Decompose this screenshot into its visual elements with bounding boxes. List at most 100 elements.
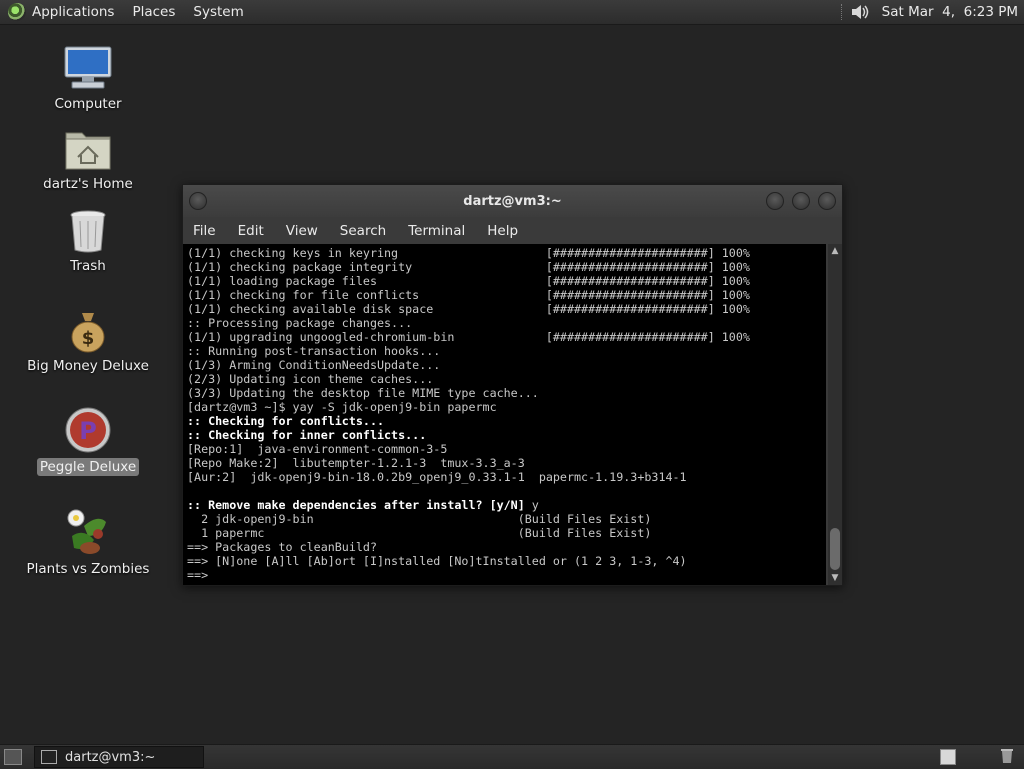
menu-applications[interactable]: Applications (32, 4, 114, 20)
desktop-icon-plants-vs-zombies[interactable]: Plants vs Zombies (23, 506, 153, 578)
terminal-line-text: :: Running post-transaction hooks... (187, 344, 441, 358)
clock[interactable]: Sat Mar 4, 6:23 PM (882, 4, 1018, 20)
menu-help[interactable]: Help (487, 223, 518, 239)
terminal-line-text: (1/1) loading package files [###########… (187, 274, 750, 288)
terminal-scrollbar[interactable]: ▲ ▼ (828, 244, 842, 585)
home-folder-icon (64, 127, 112, 171)
scrollbar-thumb[interactable] (830, 528, 840, 570)
scroll-up-icon[interactable]: ▲ (830, 246, 840, 256)
terminal-line-suffix: y (524, 498, 539, 512)
terminal-line-text: (1/1) checking package integrity [######… (187, 260, 750, 274)
trash-applet-icon[interactable] (1000, 748, 1014, 764)
terminal-line: :: Remove make dependencies after instal… (187, 498, 826, 512)
terminal-line-text: (1/1) checking for file conflicts [#####… (187, 288, 750, 302)
terminal-line: [Repo:1] java-environment-common-3-5 (187, 442, 826, 456)
desktop-icon-computer[interactable]: Computer (23, 45, 153, 113)
terminal-line: [Aur:2] jdk-openj9-bin-18.0.2b9_openj9_0… (187, 470, 826, 484)
terminal-line-text: (1/3) Arming ConditionNeedsUpdate... (187, 358, 441, 372)
terminal-line-text: ==> (187, 568, 209, 582)
terminal-line: :: Running post-transaction hooks... (187, 344, 826, 358)
terminal-line: (1/1) loading package files [###########… (187, 274, 826, 288)
terminal-line: (1/1) checking keys in keyring [########… (187, 246, 826, 260)
desktop-icon-label: Peggle Deluxe (36, 458, 140, 476)
desktop-icon-big-money[interactable]: $ Big Money Deluxe (23, 309, 153, 375)
panel-separator (840, 4, 844, 20)
terminal-line: ==> [N]one [A]ll [Ab]ort [I]nstalled [No… (187, 554, 826, 568)
maximize-button[interactable] (792, 192, 810, 210)
terminal-icon (41, 750, 57, 764)
terminal-line-text: 1 papermc (Build Files Exist) (187, 526, 652, 540)
terminal-line: [dartz@vm3 ~]$ yay -S jdk-openj9-bin pap… (187, 400, 826, 414)
speaker-icon[interactable] (850, 3, 872, 21)
peggle-icon: P (64, 406, 112, 454)
terminal-line-text: [Aur:2] jdk-openj9-bin-18.0.2b9_openj9_0… (187, 470, 687, 484)
terminal-line-text: ==> [N]one [A]ll [Ab]ort [I]nstalled [No… (187, 554, 687, 568)
menu-edit[interactable]: Edit (238, 223, 264, 239)
terminal-line-text: [Repo Make:2] libutempter-1.2.1-3 tmux-3… (187, 456, 525, 470)
taskbar-label: dartz@vm3:~ (65, 749, 156, 765)
terminal-line: [Repo Make:2] libutempter-1.2.1-3 tmux-3… (187, 456, 826, 470)
svg-text:$: $ (82, 328, 95, 349)
desktop-icon-peggle[interactable]: P Peggle Deluxe (23, 406, 153, 476)
terminal-menubar: File Edit View Search Terminal Help (183, 217, 842, 244)
terminal-line-text: :: Checking for inner conflicts... (187, 428, 427, 442)
menu-terminal[interactable]: Terminal (408, 223, 465, 239)
terminal-line: (1/1) checking for file conflicts [#####… (187, 288, 826, 302)
menu-system[interactable]: System (193, 4, 243, 20)
scroll-down-icon[interactable]: ▼ (830, 573, 840, 583)
terminal-line-text: :: Processing package changes... (187, 316, 413, 330)
money-bag-icon: $ (68, 309, 108, 353)
svg-text:P: P (79, 417, 97, 445)
terminal-line-text: :: Checking for conflicts... (187, 414, 385, 428)
terminal-line-text: (1/1) upgrading ungoogled-chromium-bin [… (187, 330, 750, 344)
terminal-line-text: (1/1) checking available disk space [###… (187, 302, 750, 316)
terminal-line: (1/1) checking package integrity [######… (187, 260, 826, 274)
terminal-line-text: 2 jdk-openj9-bin (Build Files Exist) (187, 512, 652, 526)
terminal-line-text: [Repo:1] java-environment-common-3-5 (187, 442, 448, 456)
trash-icon (68, 209, 108, 253)
terminal-line: :: Processing package changes... (187, 316, 826, 330)
terminal-line: ==> (187, 568, 826, 582)
taskbar-button-terminal[interactable]: dartz@vm3:~ (34, 746, 204, 768)
window-menu-button[interactable] (189, 192, 207, 210)
menu-places[interactable]: Places (132, 4, 175, 20)
terminal-line-text: ==> Packages to cleanBuild? (187, 540, 377, 554)
desktop-icon-home[interactable]: dartz's Home (23, 127, 153, 193)
menu-file[interactable]: File (193, 223, 216, 239)
terminal-line: ==> Packages to cleanBuild? (187, 540, 826, 554)
terminal-line: :: Checking for conflicts... (187, 414, 826, 428)
terminal-line: 2 jdk-openj9-bin (Build Files Exist) (187, 512, 826, 526)
desktop-icon-label: Big Money Deluxe (27, 358, 149, 374)
terminal-line: (3/3) Updating the desktop file MIME typ… (187, 386, 826, 400)
terminal-line: (2/3) Updating icon theme caches... (187, 372, 826, 386)
terminal-line-text: :: Remove make dependencies after instal… (187, 498, 525, 512)
menu-view[interactable]: View (286, 223, 318, 239)
desktop-icon-label: Trash (70, 258, 106, 274)
terminal-line-text: (1/1) checking keys in keyring [########… (187, 246, 750, 260)
computer-icon (62, 45, 114, 91)
title-bar[interactable]: dartz@vm3:~ (183, 185, 842, 217)
terminal-output[interactable]: (1/1) checking keys in keyring [########… (183, 244, 826, 585)
top-panel: Applications Places System Sat Mar 4, 6:… (0, 0, 1024, 25)
window-title: dartz@vm3:~ (463, 193, 562, 209)
workspace-switcher[interactable] (940, 749, 956, 765)
minimize-button[interactable] (766, 192, 784, 210)
terminal-line-text: (2/3) Updating icon theme caches... (187, 372, 434, 386)
gnome-foot-icon[interactable] (8, 3, 26, 21)
terminal-line: (1/1) checking available disk space [###… (187, 302, 826, 316)
terminal-line-text: [dartz@vm3 ~]$ yay -S jdk-openj9-bin pap… (187, 400, 497, 414)
desktop-icon-label: Plants vs Zombies (26, 561, 150, 577)
desktop-icon-label: Computer (54, 96, 122, 112)
close-button[interactable] (818, 192, 836, 210)
show-desktop-icon[interactable] (4, 749, 22, 765)
terminal-window[interactable]: dartz@vm3:~ File Edit View Search Termin… (182, 184, 843, 586)
desktop-icon-trash[interactable]: Trash (23, 209, 153, 275)
menu-search[interactable]: Search (340, 223, 386, 239)
terminal-line: 1 papermc (Build Files Exist) (187, 526, 826, 540)
terminal-line: (1/1) upgrading ungoogled-chromium-bin [… (187, 330, 826, 344)
bottom-panel: dartz@vm3:~ (0, 744, 1024, 769)
terminal-line: (1/3) Arming ConditionNeedsUpdate... (187, 358, 826, 372)
terminal-line: :: Checking for inner conflicts... (187, 428, 826, 442)
plants-icon (64, 506, 112, 556)
